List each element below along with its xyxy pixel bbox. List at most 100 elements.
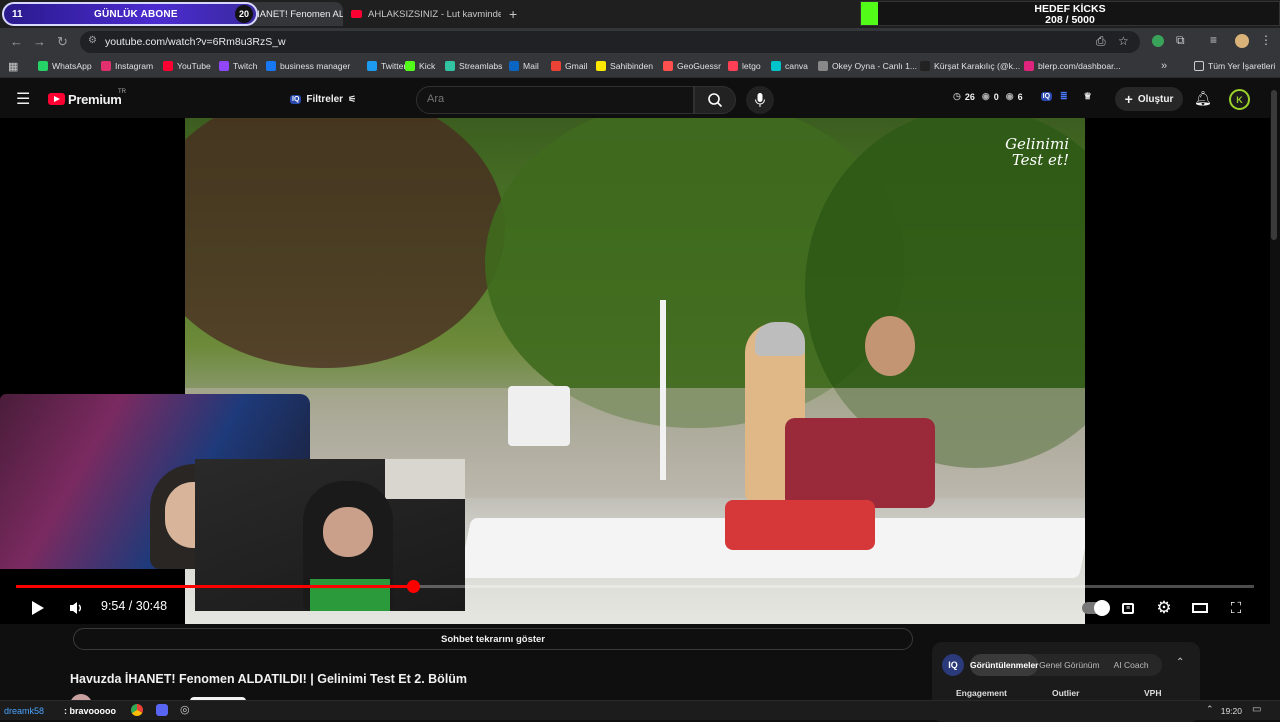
bookmark-item[interactable]: Twitch bbox=[219, 61, 257, 71]
trophy-icon[interactable]: ♕ bbox=[1084, 91, 1092, 102]
create-button[interactable]: + Oluştur bbox=[1115, 87, 1183, 111]
obs-icon[interactable]: ◎ bbox=[180, 703, 190, 716]
vidiq-icon[interactable]: IQ bbox=[1040, 92, 1053, 101]
column-vph: VPH bbox=[1144, 688, 1162, 698]
omnibox[interactable]: ⚙ youtube.com/watch?v=6Rm8u3RzS_w ⎙ ☆ bbox=[80, 31, 1140, 53]
forward-icon[interactable]: → bbox=[33, 34, 46, 49]
tab-ahlaksizsiniz[interactable]: AHLAKSIZSINIZ - Lut kavminde ✕ bbox=[343, 2, 501, 26]
notification-center-icon[interactable]: ▭ bbox=[1252, 704, 1261, 715]
new-tab-button[interactable]: + bbox=[501, 2, 525, 26]
bookmark-item[interactable]: Kick bbox=[405, 61, 435, 71]
bookmark-item[interactable]: Gmail bbox=[551, 61, 587, 71]
filters-label: Filtreler bbox=[306, 93, 344, 105]
tray-chevron-icon[interactable]: ⌃ bbox=[1206, 704, 1214, 715]
settings-button[interactable]: ⚙ bbox=[1153, 598, 1175, 618]
autoplay-toggle[interactable] bbox=[1080, 598, 1110, 618]
search-box[interactable] bbox=[416, 86, 694, 114]
bookmark-item[interactable]: Kürşat Karakılıç (@k... bbox=[920, 61, 1020, 71]
vidiq-stats: ◷ 26 ◉ 0 ◉ 6 IQ ≣ ♕ bbox=[953, 91, 1092, 102]
watermark-line2: Test et! bbox=[1011, 151, 1069, 169]
voice-search-button[interactable] bbox=[746, 86, 774, 114]
progress-bar[interactable] bbox=[16, 580, 1254, 593]
url-text[interactable]: youtube.com/watch?v=6Rm8u3RzS_w bbox=[105, 36, 286, 48]
bookmark-favicon-icon bbox=[771, 61, 781, 71]
video-player[interactable]: Gelinimi Test et! 9:54 / 30:48 ≡ ⚙ ⛶ bbox=[0, 118, 1270, 624]
reaction-face bbox=[323, 507, 373, 557]
play-icon bbox=[32, 601, 44, 615]
list-icon[interactable]: ≣ bbox=[1060, 91, 1068, 102]
red-shorts bbox=[725, 500, 875, 550]
tab-views[interactable]: Görüntülenmeler bbox=[970, 654, 1039, 676]
bookmark-label: Okey Oyna - Canlı 1... bbox=[832, 61, 918, 71]
back-icon[interactable]: ← bbox=[10, 34, 23, 49]
bookmark-star-icon[interactable]: ☆ bbox=[1118, 34, 1129, 48]
discord-icon[interactable] bbox=[156, 704, 168, 716]
vidiq-icon: IQ bbox=[290, 94, 302, 104]
bookmark-item[interactable]: Streamlabs bbox=[445, 61, 502, 71]
reload-icon[interactable]: ↻ bbox=[57, 34, 68, 50]
bookmark-label: Kürşat Karakılıç (@k... bbox=[934, 61, 1021, 71]
bookmark-item[interactable]: WhatsApp bbox=[38, 61, 92, 71]
folder-icon bbox=[1194, 61, 1204, 71]
volume-button[interactable] bbox=[66, 598, 88, 618]
bookmark-item[interactable]: business manager bbox=[266, 61, 350, 71]
apps-grid-icon[interactable]: ▦ bbox=[8, 60, 18, 73]
create-label: Oluştur bbox=[1137, 93, 1174, 105]
reaction-webcam bbox=[195, 459, 465, 611]
all-bookmarks-folder[interactable]: Tüm Yer İşaretleri bbox=[1194, 61, 1275, 71]
bookmark-item[interactable]: Instagram bbox=[101, 61, 153, 71]
bookmark-favicon-icon bbox=[596, 61, 606, 71]
tree-foliage bbox=[185, 118, 505, 368]
video-title: Havuzda İHANET! Fenomen ALDATILDI! | Gel… bbox=[70, 672, 468, 686]
captions-icon: ≡ bbox=[1121, 602, 1135, 614]
hamburger-menu-icon[interactable]: ☰ bbox=[16, 89, 30, 109]
show-watermark-logo: Gelinimi Test et! bbox=[969, 136, 1069, 180]
more-bookmarks-icon[interactable]: » bbox=[1161, 60, 1167, 72]
bookmark-item[interactable]: Okey Oyna - Canlı 1... bbox=[818, 61, 917, 71]
collapse-chevron-icon[interactable]: ⌃ bbox=[1176, 657, 1184, 668]
stat-value: 0 bbox=[993, 91, 999, 102]
youtube-header: ☰ Premium TR IQ Filtreler ⚟ ◷26 ◉0 ◉6 IQ… bbox=[0, 78, 1280, 118]
bookmark-favicon-icon bbox=[38, 61, 48, 71]
theater-mode-button[interactable] bbox=[1189, 598, 1211, 618]
subtitles-button[interactable]: ≡ bbox=[1117, 598, 1139, 618]
filters-button[interactable]: IQ Filtreler ⚟ bbox=[290, 88, 356, 110]
bookmark-label: Mail bbox=[523, 61, 539, 71]
bookmark-label: YouTube bbox=[177, 61, 211, 71]
extensions-puzzle-icon[interactable]: ⧉ bbox=[1176, 33, 1185, 48]
menu-kebab-icon[interactable]: ⋮ bbox=[1260, 33, 1272, 47]
microphone-icon bbox=[755, 93, 765, 107]
tab-ai-coach[interactable]: AI Coach bbox=[1100, 660, 1162, 670]
bookmark-item[interactable]: canva bbox=[771, 61, 808, 71]
reaction-screen bbox=[385, 459, 465, 499]
bookmark-item[interactable]: Sahibinden bbox=[596, 61, 653, 71]
youtube-premium-logo[interactable]: Premium bbox=[68, 92, 122, 107]
play-button[interactable] bbox=[27, 598, 49, 618]
bookmark-label: Twitch bbox=[233, 61, 258, 71]
tab-overview[interactable]: Genel Görünüm bbox=[1038, 660, 1100, 670]
page-scrollbar[interactable] bbox=[1271, 90, 1277, 240]
umbrella-pole bbox=[660, 300, 666, 480]
man-head bbox=[865, 316, 915, 376]
channel-avatar[interactable]: K bbox=[1229, 89, 1250, 110]
chrome-icon[interactable] bbox=[131, 704, 143, 716]
notifications-bell-icon[interactable]: 🔔︎ bbox=[1194, 90, 1212, 107]
toggle-icon bbox=[1082, 600, 1110, 616]
site-info-icon[interactable]: ⚙ bbox=[88, 35, 97, 46]
bookmark-item[interactable]: YouTube bbox=[163, 61, 211, 71]
profile-avatar-icon[interactable] bbox=[1235, 34, 1249, 48]
bookmark-item[interactable]: blerp.com/dashboar... bbox=[1024, 61, 1121, 71]
youtube-logo-icon[interactable] bbox=[48, 93, 65, 105]
search-button[interactable] bbox=[694, 86, 736, 114]
extension-shield-icon[interactable] bbox=[1152, 35, 1164, 47]
bookmark-item[interactable]: Mail bbox=[509, 61, 539, 71]
show-chat-replay-button[interactable]: Sohbet tekrarını göster bbox=[73, 628, 913, 650]
search-input[interactable] bbox=[427, 93, 677, 105]
install-app-icon[interactable]: ⎙ bbox=[1096, 34, 1106, 49]
bookmark-item[interactable]: GeoGuessr bbox=[663, 61, 721, 71]
bookmark-item[interactable]: Twitter bbox=[367, 61, 406, 71]
bookmark-item[interactable]: letgo bbox=[728, 61, 761, 71]
bookmark-label: canva bbox=[785, 61, 808, 71]
fullscreen-button[interactable]: ⛶ bbox=[1225, 598, 1247, 618]
reading-list-icon[interactable]: ≡ bbox=[1210, 33, 1217, 47]
